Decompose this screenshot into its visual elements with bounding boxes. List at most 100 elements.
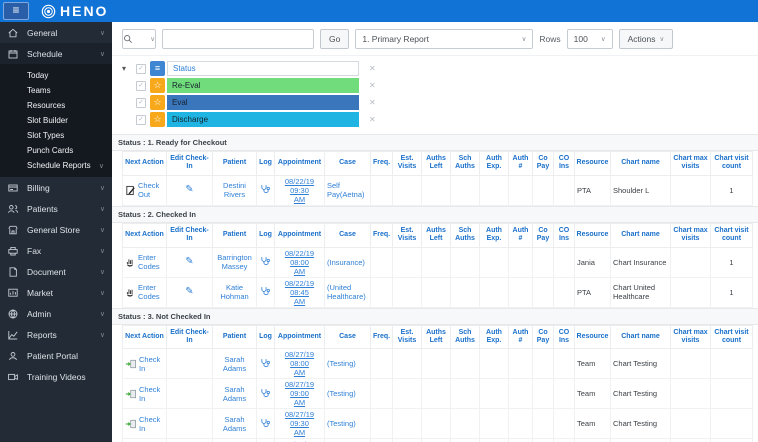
column-header-chart-max-visits[interactable]: Chart max visits	[670, 324, 711, 350]
patient-link[interactable]: Destini Rivers	[223, 181, 246, 199]
appointment-link[interactable]: 08/27/19 09:00 AM	[285, 380, 314, 407]
close-icon[interactable]: ✕	[369, 98, 376, 107]
rows-select[interactable]: 100 ∨	[566, 29, 613, 49]
sidebar-item-fax[interactable]: Fax ∨	[0, 240, 112, 261]
sidebar-subitem-punch-cards[interactable]: Punch Cards	[0, 143, 112, 158]
column-header-auths-left[interactable]: Auths Left	[421, 324, 451, 350]
log-icon[interactable]	[260, 286, 271, 296]
column-header-next-action[interactable]: Next Action	[122, 151, 167, 176]
appointment-link[interactable]: 08/22/19 09:30 AM	[285, 177, 314, 204]
column-header-case[interactable]: Case	[324, 151, 371, 176]
column-header-auth-[interactable]: Auth #	[508, 151, 533, 176]
column-header-case[interactable]: Case	[324, 222, 371, 248]
sidebar-subitem-teams[interactable]: Teams	[0, 83, 112, 98]
sidebar-item-schedule[interactable]: Schedule ∨	[0, 43, 112, 64]
report-select[interactable]: 1. Primary Report ∨	[355, 29, 534, 49]
sidebar-item-patients[interactable]: Patients ∨	[0, 198, 112, 219]
column-header-next-action[interactable]: Next Action	[122, 222, 167, 248]
column-header-chart-visit-count[interactable]: Chart visit count	[710, 151, 753, 176]
column-header-edit-check-in[interactable]: Edit Check-In	[166, 324, 213, 350]
pencil-icon[interactable]: ✎	[185, 256, 193, 267]
column-header-co-pay[interactable]: Co Pay	[532, 151, 554, 176]
status-chip-eval[interactable]: Eval	[167, 95, 359, 110]
column-header-co-ins[interactable]: CO Ins	[553, 222, 575, 248]
log-icon[interactable]	[260, 418, 271, 428]
column-header-next-action[interactable]: Next Action	[122, 324, 167, 350]
column-header-chart-max-visits[interactable]: Chart max visits	[670, 151, 711, 176]
app-logo[interactable]: HENO	[41, 3, 108, 19]
column-header-patient[interactable]: Patient	[212, 151, 257, 176]
column-header-edit-check-in[interactable]: Edit Check-In	[166, 222, 213, 248]
sidebar-item-reports[interactable]: Reports ∨	[0, 324, 112, 345]
next-action-link[interactable]: Check In	[139, 355, 164, 373]
column-header-appointment[interactable]: Appointment	[274, 324, 325, 350]
sidebar-item-document[interactable]: Document ∨	[0, 261, 112, 282]
next-action-link[interactable]: Enter Codes	[138, 253, 164, 271]
column-header-log[interactable]: Log	[256, 324, 275, 350]
sidebar-item-training-videos[interactable]: Training Videos	[0, 366, 112, 387]
column-header-chart-max-visits[interactable]: Chart max visits	[670, 222, 711, 248]
column-header-freq-[interactable]: Freq.	[370, 151, 393, 176]
column-header-log[interactable]: Log	[256, 222, 275, 248]
search-dropdown-button[interactable]: ∨	[122, 29, 156, 49]
appointment-link[interactable]: 08/22/19 08:00 AM	[285, 249, 314, 276]
column-header-patient[interactable]: Patient	[212, 222, 257, 248]
column-header-auth-[interactable]: Auth #	[508, 222, 533, 248]
sidebar-subitem-today[interactable]: Today	[0, 68, 112, 83]
column-header-chart-name[interactable]: Chart name	[610, 324, 671, 350]
chip-checkbox[interactable]: ✓	[136, 114, 146, 125]
close-icon[interactable]: ✕	[369, 81, 376, 90]
column-header-appointment[interactable]: Appointment	[274, 151, 325, 176]
case-link[interactable]: (United Healthcare)	[327, 283, 366, 301]
star-icon[interactable]: ☆	[150, 78, 165, 93]
appointment-link[interactable]: 08/27/19 08:00 AM	[285, 350, 314, 377]
next-action-link[interactable]: Check In	[139, 415, 164, 433]
column-header-chart-visit-count[interactable]: Chart visit count	[710, 222, 753, 248]
column-header-est-visits[interactable]: Est. Visits	[392, 222, 422, 248]
sidebar-item-general-store[interactable]: General Store ∨	[0, 219, 112, 240]
actions-button[interactable]: Actions ∨	[618, 29, 674, 49]
sidebar-subitem-slot-builder[interactable]: Slot Builder	[0, 113, 112, 128]
patient-link[interactable]: Sarah Adams	[223, 355, 246, 373]
sidebar-subitem-resources[interactable]: Resources	[0, 98, 112, 113]
patient-link[interactable]: Katie Hohman	[220, 283, 248, 301]
group-by-icon[interactable]: ≡	[150, 61, 165, 76]
log-icon[interactable]	[260, 358, 271, 368]
star-icon[interactable]: ☆	[150, 112, 165, 127]
case-link[interactable]: (Insurance)	[327, 258, 365, 267]
status-group-label[interactable]: Status	[167, 61, 359, 76]
column-header-freq-[interactable]: Freq.	[370, 324, 393, 350]
column-header-auth-exp-[interactable]: Auth Exp.	[479, 324, 509, 350]
appointment-link[interactable]: 08/22/19 08:45 AM	[285, 279, 314, 306]
chip-checkbox[interactable]: ✓	[136, 97, 146, 108]
column-header-est-visits[interactable]: Est. Visits	[392, 324, 422, 350]
log-icon[interactable]	[260, 184, 271, 194]
column-header-resource[interactable]: Resource	[574, 324, 611, 350]
column-header-chart-name[interactable]: Chart name	[610, 222, 671, 248]
case-link[interactable]: Self Pay(Aetna)	[327, 181, 365, 199]
column-header-freq-[interactable]: Freq.	[370, 222, 393, 248]
log-icon[interactable]	[260, 388, 271, 398]
column-header-edit-check-in[interactable]: Edit Check-In	[166, 151, 213, 176]
status-chip-discharge[interactable]: Discharge	[167, 112, 359, 127]
go-button[interactable]: Go	[320, 29, 350, 49]
chip-checkbox[interactable]: ✓	[136, 80, 146, 91]
status-chip-re-eval[interactable]: Re-Eval	[167, 78, 359, 93]
column-header-co-ins[interactable]: CO Ins	[553, 324, 575, 350]
column-header-auths-left[interactable]: Auths Left	[421, 151, 451, 176]
case-link[interactable]: (Testing)	[327, 359, 356, 368]
group-checkbox[interactable]: ✓	[136, 63, 146, 74]
sidebar-item-admin[interactable]: Admin ∨	[0, 303, 112, 324]
column-header-resource[interactable]: Resource	[574, 151, 611, 176]
column-header-case[interactable]: Case	[324, 324, 371, 350]
star-icon[interactable]: ☆	[150, 95, 165, 110]
sidebar-item-market[interactable]: Market ∨	[0, 282, 112, 303]
column-header-sch-auths[interactable]: Sch Auths	[450, 324, 480, 350]
collapse-caret-icon[interactable]: ▾	[122, 64, 136, 73]
column-header-sch-auths[interactable]: Sch Auths	[450, 151, 480, 176]
case-link[interactable]: (Testing)	[327, 419, 356, 428]
patient-link[interactable]: Sarah Adams	[223, 385, 246, 403]
close-icon[interactable]: ✕	[369, 64, 376, 73]
log-icon[interactable]	[260, 256, 271, 266]
search-input[interactable]	[162, 29, 314, 49]
